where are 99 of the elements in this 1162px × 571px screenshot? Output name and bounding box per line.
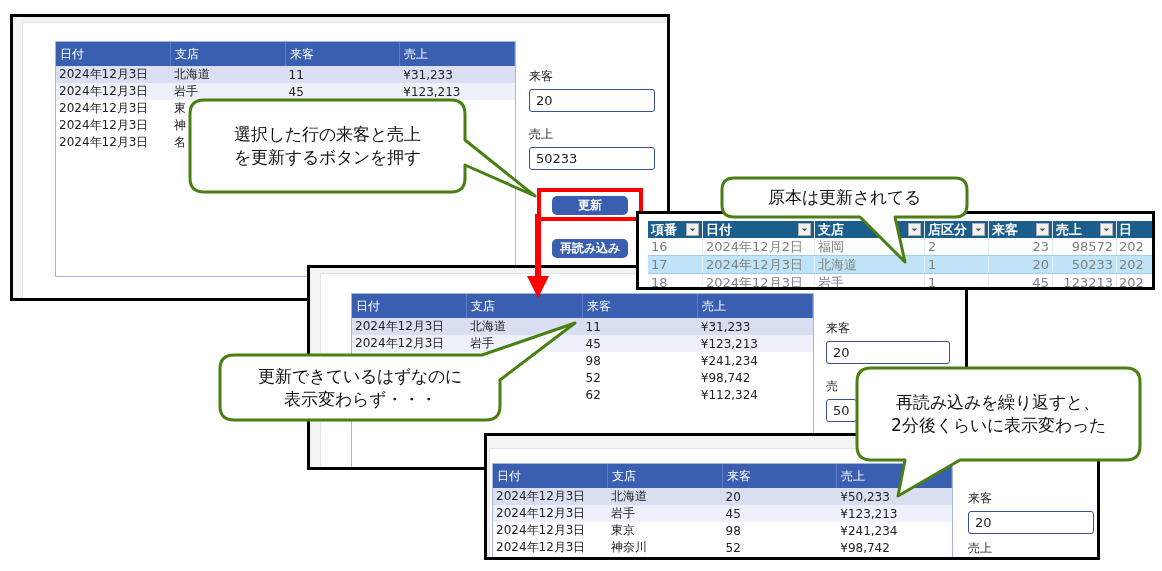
table-cell: 岩手	[173, 84, 198, 98]
sheet-cell: 16	[651, 239, 668, 254]
callout-text: 更新できているはずなのに 表示変わらず・・・	[258, 364, 462, 411]
action-button[interactable]: 更新	[552, 196, 628, 215]
table-cell: 2024年12月3日	[496, 540, 586, 554]
table-cell: 45	[725, 506, 741, 521]
sheet-cell: 45	[1032, 275, 1049, 287]
table-cell: 2024年12月3日	[355, 319, 445, 333]
table-cell: 2024年12月3日	[496, 523, 586, 537]
sheet-cell: 1	[928, 257, 937, 272]
input-field[interactable]: 20	[826, 341, 950, 364]
table-cell: 45	[585, 336, 601, 351]
table-cell: ¥98,742	[840, 540, 890, 555]
table-cell: ¥123,213	[403, 84, 461, 99]
field-label: 売上	[529, 126, 553, 143]
filter-dropdown-icon[interactable]	[1100, 223, 1113, 236]
table-cell: 20	[725, 489, 741, 504]
sheet-cell: 202	[1119, 239, 1144, 254]
table-cell: 北海道	[173, 67, 210, 81]
table-cell: ¥112,324	[700, 387, 758, 402]
filter-dropdown-icon[interactable]	[798, 223, 811, 236]
table-row[interactable]: 2024年12月3日 北海道 20 ¥50,233	[493, 488, 952, 505]
sheet-cell: 23	[1032, 239, 1049, 254]
table-row[interactable]: 2024年12月3日 北海道 11 ¥31,233	[352, 318, 813, 335]
table-cell: 2024年12月3日	[496, 506, 586, 520]
table-cell: 2024年12月3日	[59, 135, 149, 149]
field-label: 売上	[968, 540, 992, 557]
field-label: 売	[826, 378, 838, 395]
input-field[interactable]: 50233	[529, 147, 655, 170]
filter-dropdown-icon[interactable]	[686, 223, 699, 236]
table-cell: 2024年12月3日	[59, 67, 149, 81]
input-field[interactable]: 50	[826, 399, 857, 422]
table-cell: 神	[173, 118, 186, 132]
sheet-cell: 2	[928, 239, 937, 254]
table-cell: 北海道	[610, 489, 647, 503]
filter-dropdown-icon[interactable]	[1036, 223, 1049, 236]
table-cell: 11	[585, 319, 601, 334]
sheet-cell: 北海道	[818, 256, 857, 273]
table-row[interactable]: 2024年12月3日 岩手 45 ¥123,213	[56, 83, 515, 100]
table-cell: 2024年12月3日	[59, 118, 149, 132]
input-field[interactable]: 20	[968, 511, 1094, 534]
sheet-cell: 18	[651, 275, 668, 287]
sheet-cell: 1	[928, 275, 937, 287]
table-cell: ¥50,233	[840, 489, 890, 504]
table-cell: 11	[288, 67, 304, 82]
sheet-cell: 2024年12月3日	[706, 256, 803, 273]
column-header: 店区分	[928, 221, 967, 238]
table-cell: 東	[173, 101, 186, 115]
filter-dropdown-icon[interactable]	[908, 223, 921, 236]
table-row[interactable]: 2024年12月3日 岩手 45 ¥123,213	[493, 505, 952, 522]
table-cell: 北海道	[470, 319, 507, 333]
table-cell: 98	[725, 523, 741, 538]
sheet-cell: 202	[1119, 257, 1144, 272]
sheet-cell: 17	[651, 257, 668, 272]
table-cell: 2024年12月3日	[59, 101, 149, 115]
sheet-cell: 123213	[1063, 275, 1113, 287]
table-cell: 岩手	[610, 506, 635, 520]
sheet-cell: 50233	[1071, 257, 1113, 272]
column-header: 支店	[818, 221, 844, 238]
table-cell: 東京	[610, 523, 635, 537]
column-header: 日付	[706, 221, 732, 238]
field-label: 来客	[529, 68, 553, 85]
sheet-cell: 98572	[1071, 239, 1113, 254]
field-label: 来客	[826, 320, 850, 337]
table-cell: 神奈川	[610, 540, 647, 554]
input-field[interactable]: 20	[529, 89, 655, 112]
table-cell: 98	[585, 353, 601, 368]
callout-text: 再読み込みを繰り返すと、 2分後くらいに表示変わった	[891, 391, 1106, 437]
table-cell: 2024年12月3日	[496, 489, 586, 503]
action-button[interactable]: 再読み込み	[552, 239, 628, 258]
table-cell: ¥31,233	[403, 67, 453, 82]
column-header: 来客	[992, 221, 1018, 238]
sheet-cell: 20	[1032, 257, 1049, 272]
column-header: 項番	[651, 221, 677, 238]
table-cell: ¥123,213	[700, 336, 758, 351]
sheet-cell: 2024年12月2日	[706, 238, 803, 255]
table-row[interactable]: 2024年12月3日 岩手 45 ¥123,213	[352, 335, 813, 352]
table-cell: 2024年12月3日	[355, 336, 445, 350]
table-cell: 名	[173, 135, 186, 149]
table-cell: 62	[585, 387, 601, 402]
table-row[interactable]: 2024年12月3日 北海道 11 ¥31,233	[56, 66, 515, 83]
filter-dropdown-icon[interactable]	[972, 223, 985, 236]
table-cell: ¥241,234	[700, 353, 758, 368]
table-cell: 45	[288, 84, 304, 99]
callout-text: 選択した行の来客と売上 を更新するボタンを押す	[234, 123, 421, 169]
sheet-cell: 福岡	[818, 238, 844, 255]
sheet-cell: 202	[1119, 275, 1144, 287]
table-cell: 2024年12月3日	[59, 84, 149, 98]
table-cell: ¥241,234	[840, 523, 898, 538]
table-cell: ¥98,742	[700, 370, 751, 385]
table-cell: 岩手	[470, 336, 495, 350]
column-header: 売上	[1056, 221, 1082, 238]
column-header: 日	[1119, 221, 1132, 238]
table-cell: 52	[585, 370, 601, 385]
table-cell: 52	[725, 540, 741, 555]
field-label: 来客	[968, 490, 992, 507]
table-cell: ¥123,213	[840, 506, 898, 521]
callout-text: 原本は更新されてる	[768, 186, 921, 209]
table-cell: ¥31,233	[700, 319, 751, 334]
